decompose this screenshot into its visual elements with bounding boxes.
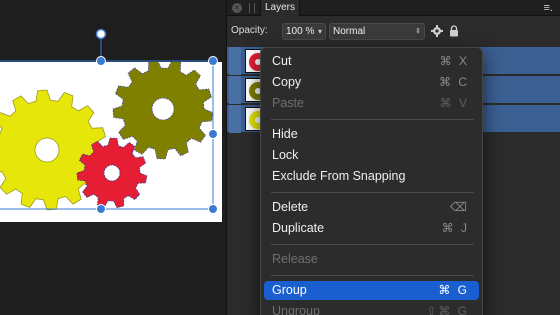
- menu-item-shortcut: ⌘ C: [439, 75, 469, 89]
- menu-item-label: Group: [272, 283, 307, 297]
- menu-item-release[interactable]: Release: [264, 250, 479, 269]
- opacity-field[interactable]: 100 % ▾: [282, 23, 326, 40]
- menu-item-label: Release: [272, 252, 318, 266]
- layer-grip[interactable]: [229, 76, 241, 104]
- menu-item-label: Duplicate: [272, 221, 325, 235]
- menu-item-cut[interactable]: Cut ⌘ X: [264, 52, 479, 71]
- opacity-value: 100 %: [286, 26, 315, 37]
- updown-chevron-icon: ⇕: [415, 28, 421, 35]
- blend-mode-select[interactable]: Normal ⇕: [329, 23, 425, 40]
- menu-item-label: Ungroup: [272, 304, 320, 315]
- handle-middle-right[interactable]: [208, 129, 218, 139]
- menu-item-label: Paste: [272, 96, 304, 110]
- gear-icon[interactable]: [431, 25, 443, 37]
- canvas-drawing[interactable]: [0, 0, 226, 315]
- menu-item-shortcut: ⌘ X: [439, 54, 469, 68]
- close-icon[interactable]: ×: [232, 3, 242, 13]
- menu-separator: [271, 192, 474, 193]
- opacity-row: Opacity: 100 % ▾ Normal ⇕: [227, 20, 560, 44]
- chevron-down-icon: ▾: [317, 27, 322, 36]
- menu-item-paste[interactable]: Paste ⌘ V: [264, 94, 479, 113]
- menu-item-label: Exclude From Snapping: [272, 169, 406, 183]
- backspace-icon: ⌫: [450, 200, 469, 214]
- handle-bottom-middle[interactable]: [96, 204, 106, 214]
- menu-item-shortcut: ⌘ J: [441, 221, 469, 235]
- menu-item-label: Lock: [272, 148, 299, 162]
- menu-separator: [271, 119, 474, 120]
- layer-grip[interactable]: [229, 105, 241, 133]
- menu-item-shortcut: ⌘ V: [439, 96, 469, 110]
- menu-item-hide[interactable]: Hide: [264, 125, 479, 144]
- handle-bottom-right[interactable]: [208, 204, 218, 214]
- rotation-handle[interactable]: [95, 28, 107, 40]
- menu-item-label: Delete: [272, 200, 309, 214]
- menu-item-label: Copy: [272, 75, 302, 89]
- menu-item-group[interactable]: Group ⌘ G: [264, 281, 479, 300]
- handle-top-middle[interactable]: [96, 56, 106, 66]
- menu-item-delete[interactable]: Delete ⌫: [264, 198, 479, 217]
- lock-icon[interactable]: [449, 25, 459, 37]
- layer-grip[interactable]: [229, 47, 241, 75]
- context-menu: Cut ⌘ X Copy ⌘ C Paste ⌘ V Hide Lock Exc…: [260, 47, 483, 315]
- panel-menu-icon[interactable]: ≡.: [544, 2, 553, 14]
- menu-item-lock[interactable]: Lock: [264, 146, 479, 165]
- opacity-label: Opacity:: [231, 25, 268, 36]
- menu-item-shortcut: ⇧⌘ G: [426, 304, 469, 315]
- menu-item-shortcut: ⌘ G: [438, 283, 469, 297]
- menu-item-label: Hide: [272, 127, 298, 141]
- menu-item-exclude-from-snapping[interactable]: Exclude From Snapping: [264, 167, 479, 186]
- menu-item-ungroup[interactable]: Ungroup ⇧⌘ G: [264, 302, 479, 315]
- menu-separator: [271, 275, 474, 276]
- blend-mode-value: Normal: [333, 26, 366, 37]
- panel-tab-bar: × Layers ≡.: [227, 0, 560, 16]
- menu-item-label: Cut: [272, 54, 292, 68]
- grip-icon[interactable]: [249, 3, 255, 13]
- menu-item-copy[interactable]: Copy ⌘ C: [264, 73, 479, 92]
- menu-separator: [271, 244, 474, 245]
- tab-layers[interactable]: Layers: [260, 0, 301, 16]
- handle-top-right[interactable]: [208, 56, 218, 66]
- menu-item-duplicate[interactable]: Duplicate ⌘ J: [264, 219, 479, 238]
- canvas-area[interactable]: [0, 0, 226, 315]
